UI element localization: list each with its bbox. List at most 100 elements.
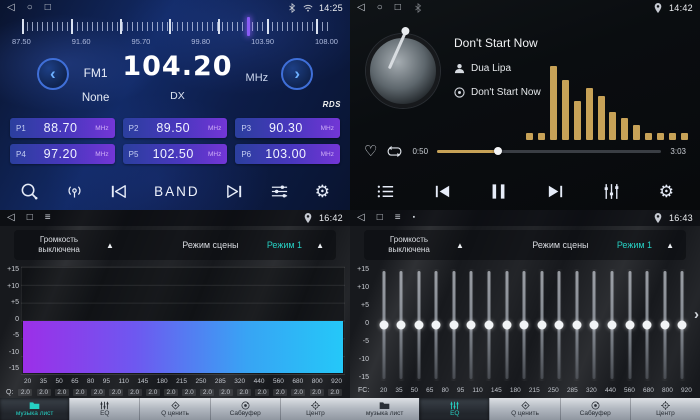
slider-knob[interactable] bbox=[467, 321, 476, 330]
eq-band-slider[interactable] bbox=[659, 269, 670, 381]
slider-knob[interactable] bbox=[449, 321, 458, 330]
next-track-icon[interactable] bbox=[546, 182, 565, 201]
slider-knob[interactable] bbox=[660, 321, 669, 330]
back-icon[interactable]: ◁ bbox=[357, 0, 365, 16]
recents-icon[interactable]: □ bbox=[45, 0, 51, 16]
settings-icon[interactable]: ⚙ bbox=[659, 183, 674, 200]
tab-eq[interactable]: EQ bbox=[419, 398, 489, 420]
preset-P2[interactable]: P289.50MHz bbox=[123, 118, 228, 138]
tab-music-list[interactable]: музыка лист bbox=[0, 398, 69, 420]
settings-icon[interactable]: ⚙ bbox=[315, 183, 330, 200]
slider-knob[interactable] bbox=[414, 321, 423, 330]
broadcast-scan-icon[interactable] bbox=[65, 182, 84, 201]
band-button[interactable]: BAND bbox=[154, 184, 200, 199]
next-page-chevron[interactable]: › bbox=[694, 307, 699, 322]
slider-knob[interactable] bbox=[520, 321, 529, 330]
search-icon[interactable] bbox=[20, 182, 39, 201]
tab-subwoofer[interactable]: Сабвуфер bbox=[210, 398, 280, 420]
eq-band-slider[interactable] bbox=[624, 269, 635, 381]
playlist-icon[interactable] bbox=[376, 182, 395, 201]
eq-band-slider[interactable] bbox=[571, 269, 582, 381]
eq-band-slider[interactable] bbox=[554, 269, 565, 381]
tab-music-list[interactable]: музыка лист bbox=[350, 398, 419, 420]
seek-knob[interactable] bbox=[494, 147, 502, 155]
previous-icon[interactable] bbox=[109, 182, 128, 201]
slider-knob[interactable] bbox=[484, 321, 493, 330]
slider-knob[interactable] bbox=[432, 321, 441, 330]
db-axis: +15+10+50-5-10-15 bbox=[354, 263, 369, 381]
eq-band-slider[interactable] bbox=[466, 269, 477, 381]
seek-bar[interactable] bbox=[437, 150, 661, 153]
tab-center[interactable]: Центр bbox=[280, 398, 350, 420]
back-icon[interactable]: ◁ bbox=[7, 210, 15, 226]
freq-tick: 20 bbox=[380, 387, 387, 394]
menu-icon[interactable]: ≡ bbox=[395, 210, 401, 226]
tab-q-value[interactable]: Q ценить bbox=[489, 398, 559, 420]
mode-selector[interactable]: Режим 1 ▲ bbox=[617, 240, 674, 250]
clock: 16:42 bbox=[319, 213, 343, 223]
slider-knob[interactable] bbox=[643, 321, 652, 330]
slider-knob[interactable] bbox=[608, 321, 617, 330]
slider-knob[interactable] bbox=[678, 321, 687, 330]
slider-knob[interactable] bbox=[537, 321, 546, 330]
pause-icon[interactable] bbox=[489, 182, 508, 201]
back-icon[interactable]: ◁ bbox=[7, 0, 15, 16]
slider-knob[interactable] bbox=[590, 321, 599, 330]
spectrum-bar bbox=[609, 112, 616, 140]
previous-track-icon[interactable] bbox=[433, 182, 452, 201]
mode-selector[interactable]: Режим 1 ▲ bbox=[267, 240, 324, 250]
eq-band-slider[interactable] bbox=[607, 269, 618, 381]
eq-band-slider[interactable] bbox=[519, 269, 530, 381]
eq-band-slider[interactable] bbox=[642, 269, 653, 381]
freq-tick: 35 bbox=[40, 378, 47, 385]
preset-P5[interactable]: P5102.50MHz bbox=[123, 144, 228, 164]
slider-knob[interactable] bbox=[572, 321, 581, 330]
recents-icon[interactable]: □ bbox=[395, 0, 401, 16]
slider-knob[interactable] bbox=[555, 321, 564, 330]
equalizer-icon[interactable] bbox=[602, 182, 621, 201]
repeat-icon[interactable] bbox=[386, 145, 403, 158]
eq-band-slider[interactable] bbox=[536, 269, 547, 381]
slider-knob[interactable] bbox=[379, 321, 388, 330]
tuning-dial[interactable]: 87.5091.6095.7099.80103.90108.00 bbox=[8, 19, 342, 53]
seek-up-button[interactable]: › bbox=[281, 58, 313, 90]
seek-down-button[interactable]: ‹ bbox=[37, 58, 69, 90]
slider-knob[interactable] bbox=[502, 321, 511, 330]
tab-eq[interactable]: EQ bbox=[69, 398, 139, 420]
tab-subwoofer[interactable]: Сабвуфер bbox=[560, 398, 630, 420]
eq-graph-screen: ◁ □ ≡ 16:42 Громкость выключена ▲ Режим … bbox=[0, 210, 350, 420]
preset-P6[interactable]: P6103.00MHz bbox=[235, 144, 340, 164]
preset-P1[interactable]: P188.70MHz bbox=[10, 118, 115, 138]
eq-band-slider[interactable] bbox=[448, 269, 459, 381]
eq-band-slider[interactable] bbox=[483, 269, 494, 381]
eq-band-slider[interactable] bbox=[378, 269, 389, 381]
home-icon[interactable]: ○ bbox=[27, 0, 33, 16]
freq-tick: 80 bbox=[87, 378, 94, 385]
spectrum-bar bbox=[562, 80, 569, 140]
favorite-icon[interactable]: ♡ bbox=[364, 144, 377, 159]
eq-band-slider[interactable] bbox=[413, 269, 424, 381]
tab-label: Сабвуфер bbox=[580, 411, 611, 418]
eq-band-slider[interactable] bbox=[396, 269, 407, 381]
next-icon[interactable] bbox=[225, 182, 244, 201]
home-icon[interactable]: □ bbox=[377, 210, 383, 226]
eq-band-slider[interactable] bbox=[501, 269, 512, 381]
home-icon[interactable]: □ bbox=[27, 210, 33, 226]
tab-q-value[interactable]: Q ценить bbox=[139, 398, 209, 420]
eq-band-slider[interactable] bbox=[431, 269, 442, 381]
preset-P4[interactable]: P497.20MHz bbox=[10, 144, 115, 164]
tab-center[interactable]: Центр bbox=[630, 398, 700, 420]
home-icon[interactable]: ○ bbox=[377, 0, 383, 16]
slider-knob[interactable] bbox=[625, 321, 634, 330]
preset-P3[interactable]: P390.30MHz bbox=[235, 118, 340, 138]
menu-icon[interactable]: ≡ bbox=[45, 210, 51, 226]
slider-knob[interactable] bbox=[397, 321, 406, 330]
eq-band-slider[interactable] bbox=[589, 269, 600, 381]
loudness-toggle[interactable]: Громкость выключена ▲ bbox=[376, 235, 504, 254]
scene-mode-label: Режим сцены bbox=[504, 240, 617, 250]
eq-band-slider[interactable] bbox=[677, 269, 688, 381]
tune-sliders-icon[interactable] bbox=[270, 182, 289, 201]
back-icon[interactable]: ◁ bbox=[357, 210, 365, 226]
loudness-toggle[interactable]: Громкость выключена ▲ bbox=[26, 235, 154, 254]
plot-area[interactable] bbox=[21, 266, 345, 375]
